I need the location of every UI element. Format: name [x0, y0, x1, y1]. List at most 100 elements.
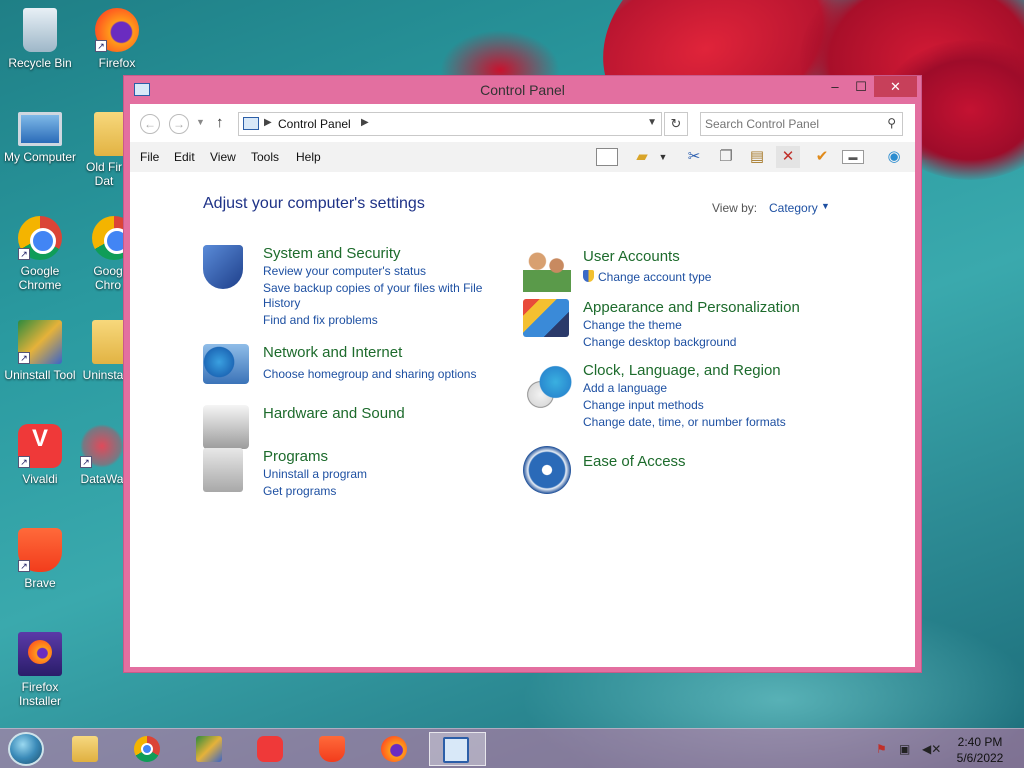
users-icon[interactable]	[523, 248, 571, 292]
link-homegroup-sharing[interactable]: Choose homegroup and sharing options	[263, 367, 476, 381]
desktop-icon-datawarp[interactable]: ↗ DataWa	[80, 424, 124, 486]
window-client-area: ← → ▼ ↑ ▶ Control Panel ▶ ▼ ↻ ⚲ File Edi…	[130, 104, 915, 667]
taskbar-file-explorer[interactable]	[59, 732, 111, 766]
chrome-icon: ↗	[18, 216, 62, 260]
desktop-icon-vivaldi[interactable]: ↗ Vivaldi	[0, 424, 80, 486]
printer-speaker-icon[interactable]	[203, 405, 249, 449]
taskbar-control-panel[interactable]	[429, 732, 486, 766]
minimize-button[interactable]: –	[822, 76, 848, 97]
up-button[interactable]: ↑	[216, 114, 224, 131]
search-icon[interactable]: ⚲	[887, 116, 896, 130]
recent-locations-dropdown[interactable]: ▼	[196, 117, 205, 127]
globe-icon[interactable]: ◉	[882, 146, 906, 168]
maximize-button[interactable]: ☐	[848, 76, 874, 97]
desktop-icon-old-firefox-data[interactable]: Old Fir Dat	[84, 112, 124, 188]
search-input[interactable]	[705, 116, 875, 132]
menu-bar: File Edit View Tools Help ▰ ▼ ✂ ❐ ▤ ✕ ✔ …	[130, 142, 915, 172]
network-globe-icon[interactable]	[203, 344, 249, 384]
security-shield-icon[interactable]	[203, 245, 243, 289]
taskbar-brave[interactable]	[306, 732, 358, 766]
category-title[interactable]: Clock, Language, and Region	[583, 362, 781, 379]
programs-disc-icon[interactable]	[203, 448, 243, 492]
desktop-icon-my-computer[interactable]: My Computer	[0, 112, 80, 164]
desktop-icon-label: Vivaldi	[22, 472, 58, 486]
folder-icon	[94, 112, 124, 156]
delete-icon[interactable]: ✕	[776, 146, 800, 168]
chevron-down-icon[interactable]: ▼	[821, 201, 830, 211]
chrome-icon	[134, 736, 160, 762]
copy-icon[interactable]: ❐	[714, 146, 738, 168]
system-clock[interactable]: 2:40 PM 5/6/2022	[950, 734, 1010, 766]
link-save-backup[interactable]: Save backup copies of your files with Fi…	[263, 281, 482, 295]
category-title[interactable]: User Accounts	[583, 248, 680, 265]
ease-of-access-icon[interactable]	[523, 446, 571, 494]
chevron-down-icon[interactable]: ▼	[647, 117, 657, 128]
category-title[interactable]: Hardware and Sound	[263, 405, 405, 422]
network-icon[interactable]: ▣	[899, 742, 910, 756]
chevron-down-icon[interactable]: ▼	[656, 146, 670, 168]
preview-pane-icon[interactable]	[596, 148, 618, 166]
action-center-flag-icon[interactable]: ⚑	[876, 742, 887, 756]
desktop-icon-brave[interactable]: ↗ Brave	[0, 528, 80, 590]
breadcrumb-control-panel[interactable]: Control Panel	[278, 117, 351, 131]
menu-file[interactable]: File	[140, 150, 159, 164]
link-find-fix-problems[interactable]: Find and fix problems	[263, 313, 378, 327]
desktop-icon-label: Recycle Bin	[8, 56, 72, 70]
category-ease-of-access: Ease of Access	[523, 446, 823, 496]
link-change-desktop-background[interactable]: Change desktop background	[583, 335, 736, 349]
address-bar[interactable]: ▶ Control Panel ▶ ▼	[238, 112, 662, 136]
vivaldi-icon: ↗	[18, 424, 62, 468]
desktop-icon-uninstall-tool[interactable]: ↗ Uninstall Tool	[0, 320, 80, 382]
link-get-programs[interactable]: Get programs	[263, 484, 336, 498]
link-review-status[interactable]: Review your computer's status	[263, 264, 426, 278]
cut-icon[interactable]: ✂	[682, 146, 706, 168]
desktop-icon-recycle-bin[interactable]: Recycle Bin	[0, 8, 80, 70]
category-title[interactable]: Ease of Access	[583, 453, 686, 470]
paste-icon[interactable]: ▤	[745, 146, 769, 168]
link-change-input-methods[interactable]: Change input methods	[583, 398, 704, 412]
link-file-history[interactable]: History	[263, 296, 300, 310]
desktop-icon-firefox-installer[interactable]: Firefox Installer	[0, 632, 80, 708]
properties-icon[interactable]: ▬	[842, 150, 864, 164]
breadcrumb-separator-icon[interactable]: ▶	[264, 117, 272, 128]
clock-time: 2:40 PM	[957, 735, 1003, 749]
category-title[interactable]: Appearance and Personalization	[583, 299, 800, 316]
desktop-icon-google-chrome-2[interactable]: Goog Chro	[92, 216, 124, 292]
breadcrumb-separator-icon[interactable]: ▶	[361, 117, 369, 128]
taskbar-chrome[interactable]	[121, 732, 173, 766]
desktop-icon-google-chrome[interactable]: ↗ Google Chrome	[0, 216, 80, 292]
back-button[interactable]: ←	[140, 114, 160, 134]
link-change-date-time-formats[interactable]: Change date, time, or number formats	[583, 415, 786, 429]
link-uninstall-program[interactable]: Uninstall a program	[263, 467, 367, 481]
start-button[interactable]	[8, 732, 44, 766]
menu-help[interactable]: Help	[296, 150, 321, 164]
link-change-theme[interactable]: Change the theme	[583, 318, 682, 332]
link-change-account-type[interactable]: Change account type	[583, 270, 711, 284]
category-title[interactable]: Network and Internet	[263, 344, 402, 361]
refresh-button[interactable]: ↻	[664, 112, 688, 136]
menu-edit[interactable]: Edit	[174, 150, 195, 164]
folder-options-icon[interactable]: ▰	[630, 146, 654, 168]
shortcut-arrow-icon: ↗	[18, 248, 30, 260]
taskbar-vivaldi[interactable]	[244, 732, 296, 766]
appearance-icon[interactable]	[523, 299, 569, 337]
taskbar-firefox[interactable]	[368, 732, 420, 766]
menu-view[interactable]: View	[210, 150, 236, 164]
forward-button[interactable]: →	[169, 114, 189, 134]
taskbar-uninstall-tool[interactable]	[183, 732, 235, 766]
shortcut-arrow-icon: ↗	[18, 352, 30, 364]
category-title[interactable]: Programs	[263, 448, 328, 465]
view-by-dropdown[interactable]: Category	[769, 201, 818, 215]
volume-muted-icon[interactable]: ◀✕	[922, 742, 941, 756]
desktop-icon-firefox[interactable]: ↗ Firefox	[77, 8, 157, 70]
clock-globe-icon[interactable]	[523, 362, 573, 412]
menu-tools[interactable]: Tools	[251, 150, 279, 164]
checkmark-icon[interactable]: ✔	[810, 146, 834, 168]
clock-date: 5/6/2022	[956, 751, 1004, 765]
category-title[interactable]: System and Security	[263, 245, 401, 262]
desktop-icon-uninstall-folder[interactable]: Uninsta	[82, 320, 124, 382]
close-button[interactable]: ✕	[874, 76, 917, 97]
link-add-language[interactable]: Add a language	[583, 381, 667, 395]
title-bar[interactable]: Control Panel – ☐ ✕	[124, 76, 921, 104]
search-box[interactable]: ⚲	[700, 112, 903, 136]
